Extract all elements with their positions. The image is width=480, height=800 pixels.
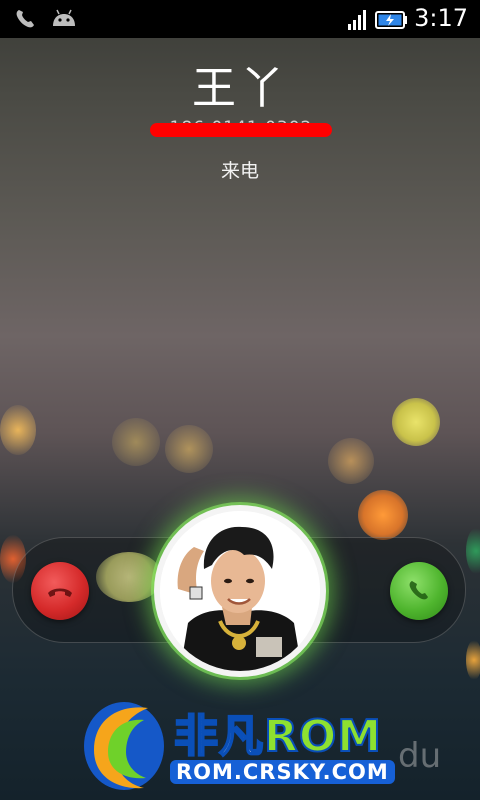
bokeh-light <box>112 418 160 466</box>
number-redaction-mark <box>150 123 332 137</box>
bokeh-light <box>392 398 440 446</box>
bokeh-light <box>0 405 36 455</box>
answer-call-button[interactable] <box>390 562 448 620</box>
caller-name: 王丫 <box>192 63 288 114</box>
battery-charging-icon <box>375 10 409 34</box>
bokeh-light <box>358 490 408 540</box>
watermark-extra: du <box>398 736 442 776</box>
signal-icon <box>347 10 369 34</box>
answer-call-icon <box>404 576 434 610</box>
caller-number-area: 186 0141 0302 <box>150 118 332 142</box>
bokeh-light <box>165 425 213 473</box>
android-icon <box>50 8 78 34</box>
phone-icon <box>14 8 40 34</box>
status-time: 3:17 <box>414 4 468 32</box>
watermark-brand: 非凡ROM <box>173 700 383 764</box>
bokeh-light <box>466 528 480 574</box>
reject-call-button[interactable] <box>31 562 89 620</box>
watermark-brand-cn: 非凡 <box>173 710 264 763</box>
watermark: 非凡ROM ROM.CRSKY.COM du <box>78 690 478 800</box>
hang-up-icon <box>45 576 75 610</box>
caller-avatar-handle[interactable] <box>154 505 326 677</box>
caller-avatar-photo <box>160 511 320 671</box>
call-status: 来电 <box>220 160 259 182</box>
bokeh-light <box>328 438 374 484</box>
watermark-brand-en: ROM <box>263 710 383 763</box>
watermark-logo-icon <box>78 690 174 800</box>
bokeh-light <box>466 640 480 680</box>
watermark-url: ROM.CRSKY.COM <box>170 760 395 784</box>
status-bar: 3:17 <box>0 0 480 38</box>
